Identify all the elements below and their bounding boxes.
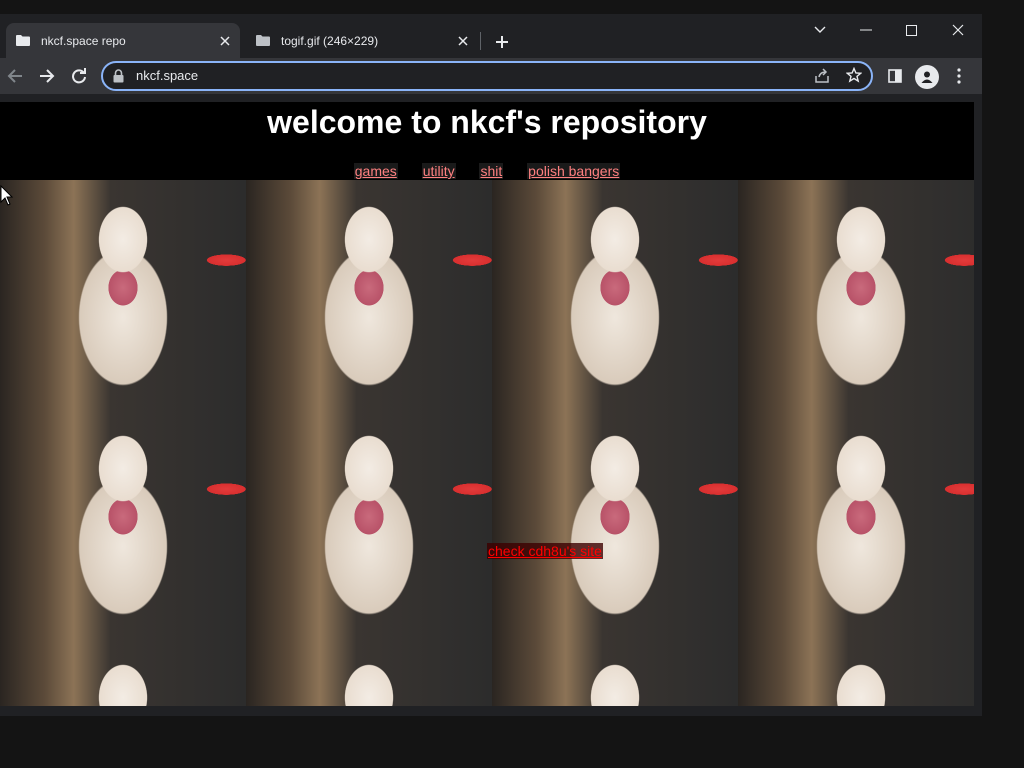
page-viewport: welcome to nkcf's repository games utili… (0, 102, 974, 706)
kebab-menu-icon[interactable] (945, 62, 973, 90)
folder-icon (256, 35, 270, 46)
tab-separator (480, 32, 481, 50)
maximize-icon[interactable] (896, 18, 926, 42)
close-icon[interactable] (943, 18, 973, 42)
share-icon[interactable] (814, 68, 830, 89)
tab-title: togif.gif (246×229) (281, 33, 379, 48)
nav-link-polish-bangers[interactable]: polish bangers (527, 163, 621, 179)
arrow-left-icon[interactable] (1, 62, 29, 90)
folder-icon (16, 35, 30, 46)
tab-strip: nkcf.space repo togif.gif (246×229) (0, 14, 982, 58)
chevron-down-icon[interactable] (805, 18, 835, 42)
cat-gif-background (0, 180, 974, 706)
close-icon[interactable] (216, 32, 234, 50)
tab-nkcf-repo[interactable]: nkcf.space repo (6, 23, 240, 58)
profile-icon[interactable] (915, 65, 939, 89)
reload-icon[interactable] (65, 62, 93, 90)
nav-link-utility[interactable]: utility (421, 163, 456, 179)
site-nav: games utility shit polish bangers (0, 163, 974, 179)
browser-window: nkcf.space repo togif.gif (246×229) nkcf… (0, 14, 982, 716)
nav-link-games[interactable]: games (353, 163, 398, 179)
star-icon[interactable] (845, 66, 863, 88)
nav-link-shit[interactable]: shit (479, 163, 504, 179)
tab-togif[interactable]: togif.gif (246×229) (246, 23, 478, 58)
minimize-icon[interactable] (851, 18, 881, 42)
page-title: welcome to nkcf's repository (267, 104, 707, 140)
cdh8u-site-link[interactable]: check cdh8u's site (487, 543, 603, 559)
mouse-cursor-icon (0, 185, 14, 206)
url-text[interactable]: nkcf.space (136, 63, 198, 89)
browser-toolbar: nkcf.space (0, 58, 982, 94)
plus-icon[interactable] (490, 30, 514, 54)
lock-icon[interactable] (113, 69, 124, 88)
address-bar[interactable]: nkcf.space (101, 61, 873, 91)
side-panel-icon[interactable] (881, 62, 909, 90)
tab-title: nkcf.space repo (41, 33, 126, 48)
close-icon[interactable] (454, 32, 472, 50)
arrow-right-icon[interactable] (33, 62, 61, 90)
